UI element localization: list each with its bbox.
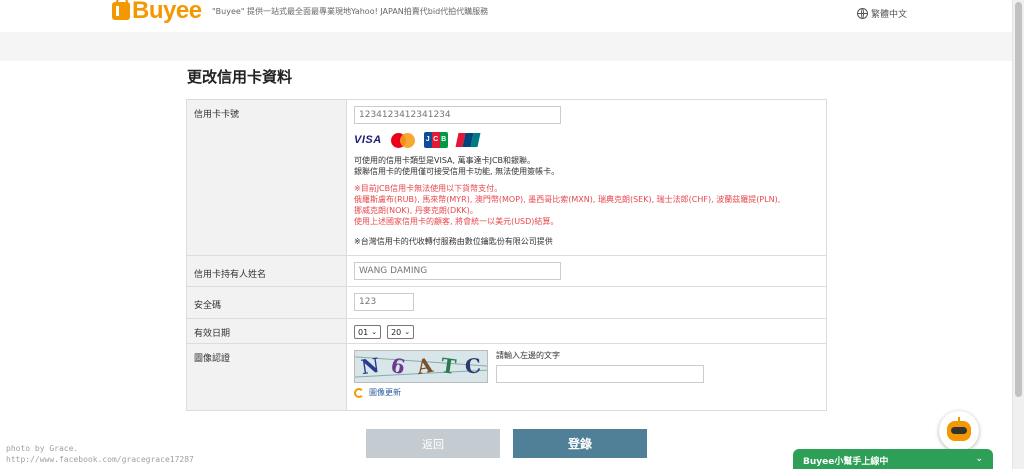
chevron-down-icon: ⌄ xyxy=(371,328,378,336)
visa-logo-icon: VISA xyxy=(354,134,382,146)
supported-cards-note: 可使用的信用卡類型是VISA, 萬事達卡JCB和銀聯。 銀聯信用卡的使用僅可接受… xyxy=(354,156,560,176)
jcb-logo-icon: JCB xyxy=(423,132,448,148)
language-label: 繁體中文 xyxy=(871,10,908,20)
chat-bar[interactable]: Buyee小幫手上線中 ⌄ xyxy=(793,449,993,469)
cardholder-name-input[interactable] xyxy=(354,262,561,280)
chevron-down-icon: ⌄ xyxy=(404,328,411,336)
card-number-input[interactable] xyxy=(354,106,561,124)
captcha-label: 圖像認證 xyxy=(187,344,347,410)
expiry-label: 有效日期 xyxy=(187,319,347,343)
chat-label: Buyee小幫手上線中 xyxy=(803,457,889,467)
captcha-cell: N 6 A T C 請輸入左邊的文字 圖像更新 xyxy=(347,344,826,410)
expiry-row: 有效日期 01 ⌄ 20 ⌄ xyxy=(187,319,826,344)
page-title: 更改信用卡資料 xyxy=(187,68,293,86)
refresh-label: 圖像更新 xyxy=(369,388,401,397)
photo-watermark: photo by Grace. http://www.facebook.com/… xyxy=(6,444,194,464)
captcha-refresh-link[interactable]: 圖像更新 xyxy=(354,387,819,398)
card-number-row: 信用卡卡號 VISA JCB 可使用的信用卡類型是VISA, 萬事達卡JCB和銀… xyxy=(187,100,826,256)
expiry-month-select[interactable]: 01 ⌄ xyxy=(354,325,382,339)
cardholder-label: 信用卡持有人姓名 xyxy=(187,256,347,286)
sub-navigation-bar xyxy=(0,32,1012,61)
mastercard-logo-icon xyxy=(390,132,415,148)
jcb-currency-warning: ※目前JCB信用卡無法使用以下貨幣支付。 俄羅斯盧布(RUB), 馬來幣(MYR… xyxy=(354,184,781,226)
security-code-input[interactable] xyxy=(354,293,414,311)
expiry-cell: 01 ⌄ 20 ⌄ xyxy=(347,319,826,343)
security-code-label: 安全碼 xyxy=(187,287,347,318)
back-button[interactable]: 返回 xyxy=(366,429,500,458)
buyee-logo[interactable]: Buyee xyxy=(112,0,202,24)
security-code-cell xyxy=(347,287,826,318)
logo-text: Buyee xyxy=(132,0,202,24)
captcha-input[interactable] xyxy=(496,365,704,383)
cardholder-cell xyxy=(347,256,826,286)
credit-card-form: 信用卡卡號 VISA JCB 可使用的信用卡類型是VISA, 萬事達卡JCB和銀… xyxy=(186,99,827,411)
refresh-icon xyxy=(354,387,364,398)
language-switcher[interactable]: 繁體中文 xyxy=(857,7,907,20)
scrollbar-thumb[interactable] xyxy=(1015,2,1022,397)
captcha-image: N 6 A T C xyxy=(354,350,488,383)
submit-button[interactable]: 登錄 xyxy=(513,429,647,458)
robot-icon xyxy=(947,417,971,441)
tagline: "Buyee" 提供一站式最全面最專業現地Yahoo! JAPAN拍賣代bid代… xyxy=(212,7,489,16)
expiry-year-select[interactable]: 20 ⌄ xyxy=(387,325,415,339)
card-number-cell: VISA JCB 可使用的信用卡類型是VISA, 萬事達卡JCB和銀聯。 銀聯信… xyxy=(347,100,826,255)
chat-assistant-button[interactable] xyxy=(939,411,979,451)
card-number-label: 信用卡卡號 xyxy=(187,100,347,255)
chevron-down-icon: ⌄ xyxy=(975,454,983,464)
captcha-input-label: 請輸入左邊的文字 xyxy=(496,351,560,360)
shopping-bag-icon xyxy=(112,0,130,20)
unionpay-logo-icon xyxy=(455,133,481,147)
security-code-row: 安全碼 xyxy=(187,287,826,319)
card-brands: VISA JCB xyxy=(354,132,819,148)
captcha-row: 圖像認證 N 6 A T C 請輸入左邊的文字 圖像更新 xyxy=(187,344,826,410)
scrollbar[interactable] xyxy=(1012,0,1024,469)
provider-note: ※台灣信用卡的代收轉付服務由數位鑰匙份有限公司提供 xyxy=(354,237,553,246)
globe-icon xyxy=(857,8,868,19)
top-header: Buyee "Buyee" 提供一站式最全面最專業現地Yahoo! JAPAN拍… xyxy=(0,0,1012,32)
cardholder-row: 信用卡持有人姓名 xyxy=(187,256,826,287)
